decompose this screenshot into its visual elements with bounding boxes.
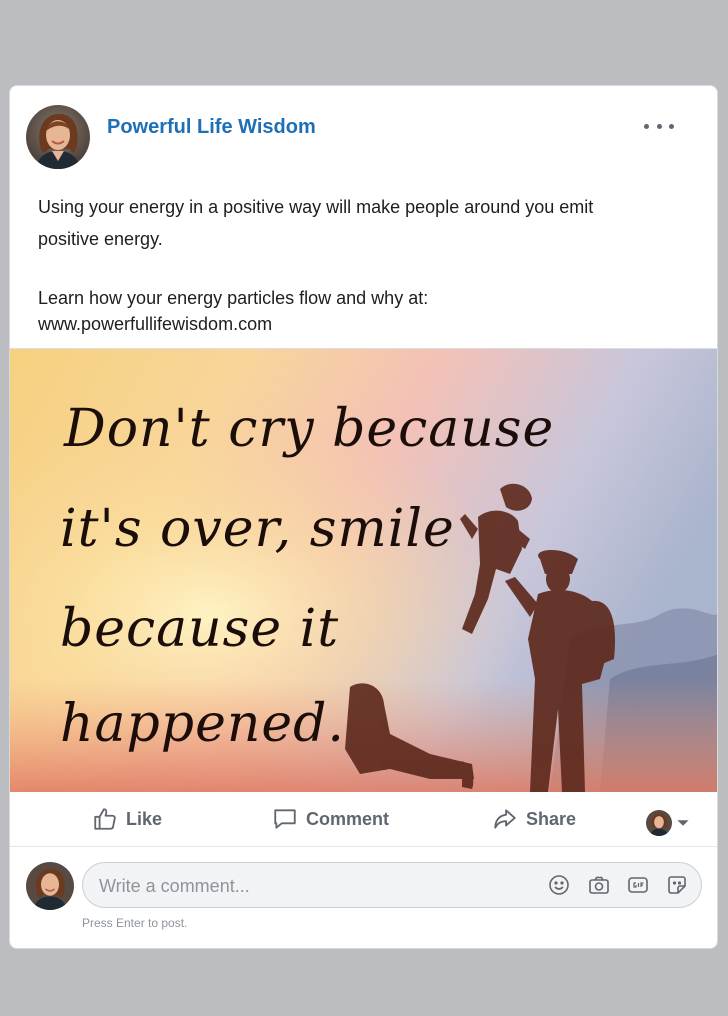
- thumbs-up-icon: [94, 808, 116, 830]
- emoji-icon[interactable]: [547, 873, 571, 897]
- share-label: Share: [526, 808, 577, 829]
- post-link[interactable]: www.powerfullifewisdom.com: [38, 311, 688, 337]
- page-name-link[interactable]: Powerful Life Wisdom: [107, 116, 316, 139]
- quote-line: happened.: [60, 694, 345, 754]
- comment-composer: Press Enter to post.: [10, 848, 717, 948]
- gif-icon[interactable]: [626, 873, 650, 897]
- page-avatar[interactable]: [26, 105, 90, 169]
- quote-line: it's over, smile: [60, 499, 455, 559]
- chevron-down-icon: [677, 820, 689, 826]
- post-text-line: positive energy.: [38, 229, 163, 249]
- comment-box: [82, 862, 702, 909]
- speech-bubble-icon: [274, 809, 296, 829]
- like-label: Like: [126, 808, 163, 829]
- comment-button[interactable]: Comment: [272, 804, 389, 834]
- post-text-line: Learn how your energy particles flow and…: [38, 288, 429, 308]
- post-image[interactable]: Don't cry because it's over, smile becau…: [10, 348, 717, 792]
- quote-line: Don't cry because: [64, 399, 555, 459]
- quote-line: because it: [60, 599, 340, 659]
- more-options-icon[interactable]: [644, 116, 674, 136]
- comment-label: Comment: [306, 808, 390, 829]
- share-arrow-icon: [494, 809, 516, 829]
- like-button[interactable]: Like: [92, 804, 162, 834]
- press-enter-hint: Press Enter to post.: [82, 916, 188, 930]
- post-card: Powerful Life Wisdom Using your energy i…: [9, 85, 718, 949]
- user-avatar: [26, 862, 74, 910]
- post-actions-bar: Like Comment Share: [10, 792, 717, 847]
- reaction-identity-selector[interactable]: [646, 810, 690, 836]
- sticker-icon[interactable]: [665, 873, 689, 897]
- post-text: Using your energy in a positive way will…: [38, 191, 688, 337]
- share-button[interactable]: Share: [492, 804, 576, 834]
- comment-input[interactable]: [97, 863, 521, 909]
- camera-icon[interactable]: [587, 873, 611, 897]
- post-text-line: Using your energy in a positive way will…: [38, 197, 594, 217]
- post-header: Powerful Life Wisdom: [10, 86, 717, 176]
- user-avatar: [646, 810, 672, 836]
